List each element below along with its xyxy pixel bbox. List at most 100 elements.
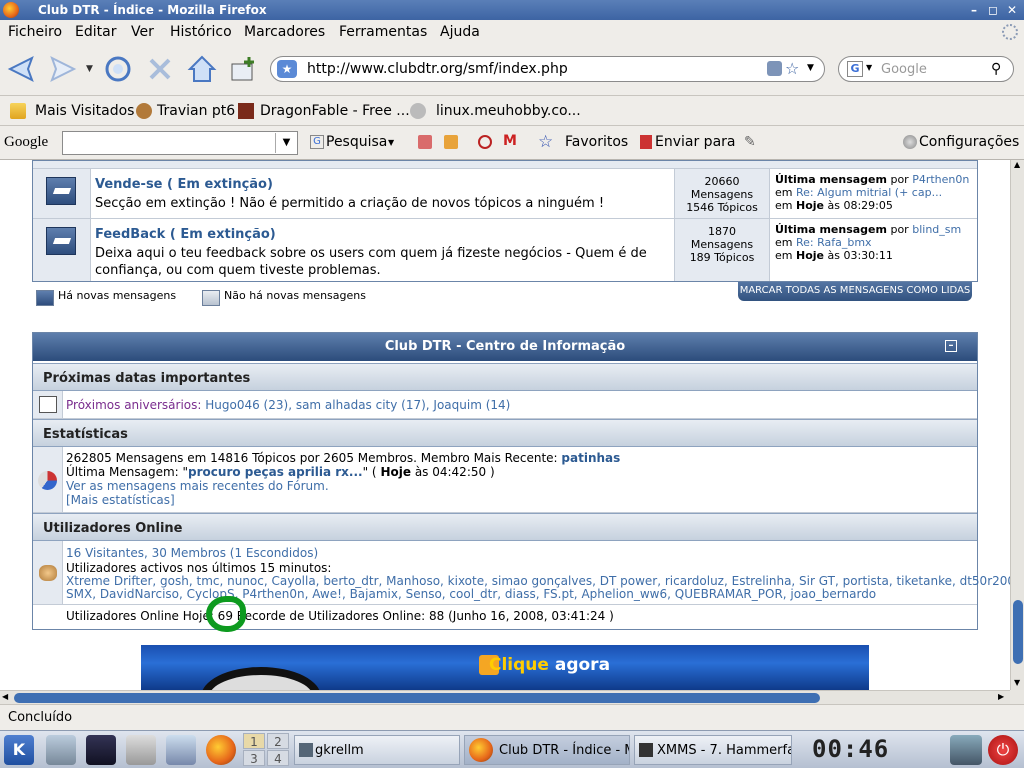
search-magnifier-icon[interactable]: ⚲ (991, 61, 1001, 77)
desktop-icon[interactable] (46, 735, 76, 765)
network-icon[interactable] (166, 735, 196, 765)
firefox-launcher-icon[interactable] (206, 735, 236, 765)
menu-ajuda[interactable]: Ajuda (440, 24, 480, 40)
menu-historico[interactable]: Histórico (170, 24, 232, 40)
board-new-posts-icon[interactable] (46, 177, 76, 205)
menu-ferramentas[interactable]: Ferramentas (339, 24, 427, 40)
task-firefox[interactable]: Club DTR - Índice - M (464, 735, 630, 765)
last-post-user[interactable]: P4rthen0n (912, 173, 969, 186)
bookmark-travian[interactable]: Travian pt6 (157, 103, 235, 119)
google-history-dropdown-icon[interactable]: ▼ (275, 133, 297, 153)
reload-icon[interactable] (103, 54, 133, 84)
recent-posts-link[interactable]: Ver as mensagens mais recentes do Fórum. (66, 479, 329, 493)
highlight-icon[interactable] (418, 135, 432, 149)
kde-menu-icon[interactable]: K (4, 735, 34, 765)
clock[interactable]: 00:46 (812, 735, 889, 763)
birthdays-label[interactable]: Próximos aniversários: (66, 398, 201, 412)
board-new-posts-icon[interactable] (46, 227, 76, 255)
scroll-down-icon[interactable]: ▼ (1014, 678, 1020, 687)
url-dropdown-icon[interactable]: ▼ (807, 63, 814, 73)
google-search-input[interactable]: ▼ (62, 131, 298, 155)
bookmark-linux-meuhobby[interactable]: linux.meuhobby.co... (436, 103, 581, 119)
stop-icon[interactable] (145, 54, 175, 84)
scroll-left-icon[interactable]: ◀ (2, 692, 8, 701)
engine-dropdown-icon[interactable]: ▼ (866, 63, 872, 72)
board-last-post: Última mensagem por P4rthen0n em Re: Alg… (770, 169, 977, 218)
scroll-right-icon[interactable]: ▶ (998, 692, 1004, 701)
last-post-topic[interactable]: Re: Algum mitrial (+ cap... (796, 186, 942, 199)
desktop-1[interactable]: 1 (243, 733, 265, 749)
search-engine-box[interactable]: G ▼ Google ⚲ (838, 56, 1014, 82)
bookmark-star-icon[interactable]: ☆ (785, 59, 799, 78)
task-xmms[interactable]: XMMS - 7. Hammerfall (634, 735, 792, 765)
bookmark-dragonfable[interactable]: DragonFable - Free ... (260, 103, 410, 119)
new-posts-legend-icon (36, 290, 54, 306)
google-engine-icon[interactable]: G (847, 61, 863, 77)
status-text: Concluído (8, 710, 73, 725)
minimize-icon[interactable]: – (966, 2, 982, 18)
back-arrow-icon[interactable] (6, 54, 36, 84)
banner-cta[interactable]: Clique agora (489, 655, 610, 675)
newest-member-link[interactable]: patinhas (561, 451, 620, 465)
menu-editar[interactable]: Editar (75, 24, 116, 40)
board-title-link[interactable]: Vende-se ( Em extinção) (95, 177, 273, 192)
close-icon[interactable]: ✕ (1004, 2, 1020, 18)
scroll-up-icon[interactable]: ▲ (1014, 160, 1020, 169)
board-title-link[interactable]: FeedBack ( Em extinção) (95, 227, 276, 242)
mark-all-read-button[interactable]: MARCAR TODAS AS MENSAGENS COMO LIDAS (738, 282, 972, 301)
tray-monitor-icon[interactable] (950, 735, 982, 765)
home-icon[interactable] (187, 54, 217, 84)
history-dropdown-icon[interactable]: ▼ (86, 64, 93, 74)
url-bar[interactable]: ★ http://www.clubdtr.org/smf/index.php ☆… (270, 56, 825, 82)
vertical-scroll-thumb[interactable] (1013, 600, 1023, 664)
window-titlebar[interactable]: Club DTR - Índice - Mozilla Firefox – ◻ … (0, 0, 1024, 20)
maximize-icon[interactable]: ◻ (985, 2, 1001, 18)
orkut-icon[interactable] (478, 135, 492, 149)
last-post-day: Hoje (795, 249, 824, 262)
last-post-label: Última mensagem (775, 223, 887, 236)
horizontal-scrollbar[interactable]: ◀ ▶ (0, 690, 1010, 704)
send-to-button[interactable]: Enviar para (655, 134, 735, 150)
new-tab-icon[interactable] (229, 54, 259, 84)
settings-button[interactable]: Configurações (919, 134, 1019, 150)
task-gkrellm[interactable]: gkrellm (294, 735, 460, 765)
gkrellm-icon (299, 743, 313, 757)
pagerank-icon[interactable] (444, 135, 458, 149)
vertical-scrollbar[interactable]: ▲ ▼ (1010, 160, 1024, 690)
url-text[interactable]: http://www.clubdtr.org/smf/index.php (307, 61, 568, 77)
desktop-3[interactable]: 3 (243, 750, 265, 766)
desktop-2[interactable]: 2 (267, 733, 289, 749)
pencil-icon[interactable]: ✎ (744, 134, 756, 150)
stats-counts: 262805 Mensagens em 14816 Tópicos por 26… (66, 451, 558, 465)
send-icon (640, 135, 652, 149)
birthdays-list[interactable]: Hugo046 (23), sam alhadas city (17), Joa… (205, 398, 510, 412)
online-icon-cell (33, 541, 63, 604)
terminal-icon[interactable] (86, 735, 116, 765)
active-users-list-2[interactable]: SMX, DavidNarciso, CyclopS, P4rthen0n, A… (66, 587, 876, 601)
active-users-list-1[interactable]: Xtreme Drifter, gosh, tmc, nunoc, Cayoll… (66, 574, 1010, 588)
advert-banner[interactable]: Clique agora (141, 645, 869, 690)
last-post-user[interactable]: blind_sm (912, 223, 961, 236)
menu-ver[interactable]: Ver (131, 24, 154, 40)
site-identity-icon[interactable]: ★ (277, 60, 297, 78)
bookmark-mais-visitados[interactable]: Mais Visitados (35, 103, 134, 119)
favorites-button[interactable]: Favoritos (565, 134, 628, 150)
horizontal-scroll-thumb[interactable] (14, 693, 820, 703)
tools-icon[interactable] (126, 735, 156, 765)
google-search-button[interactable]: Pesquisa (326, 134, 387, 150)
rss-icon[interactable] (767, 61, 782, 76)
favorites-star-icon[interactable]: ☆ (538, 132, 553, 152)
online-summary-link[interactable]: 16 Visitantes, 30 Membros (1 Escondidos) (66, 546, 318, 560)
forward-arrow-icon[interactable] (48, 54, 78, 84)
menu-ficheiro[interactable]: Ficheiro (8, 24, 62, 40)
collapse-icon[interactable]: – (945, 340, 957, 352)
last-message-link[interactable]: procuro peças aprilia rx... (188, 465, 363, 479)
power-icon[interactable]: ⏻ (988, 735, 1018, 765)
desktop-4[interactable]: 4 (267, 750, 289, 766)
menu-marcadores[interactable]: Marcadores (244, 24, 325, 40)
more-stats-link[interactable]: [Mais estatísticas] (66, 493, 175, 507)
search-dropdown-icon[interactable]: ▼ (388, 138, 394, 147)
last-post-topic[interactable]: Re: Rafa_bmx (796, 236, 872, 249)
gmail-icon[interactable]: M (503, 133, 517, 149)
search-placeholder[interactable]: Google (881, 62, 927, 77)
